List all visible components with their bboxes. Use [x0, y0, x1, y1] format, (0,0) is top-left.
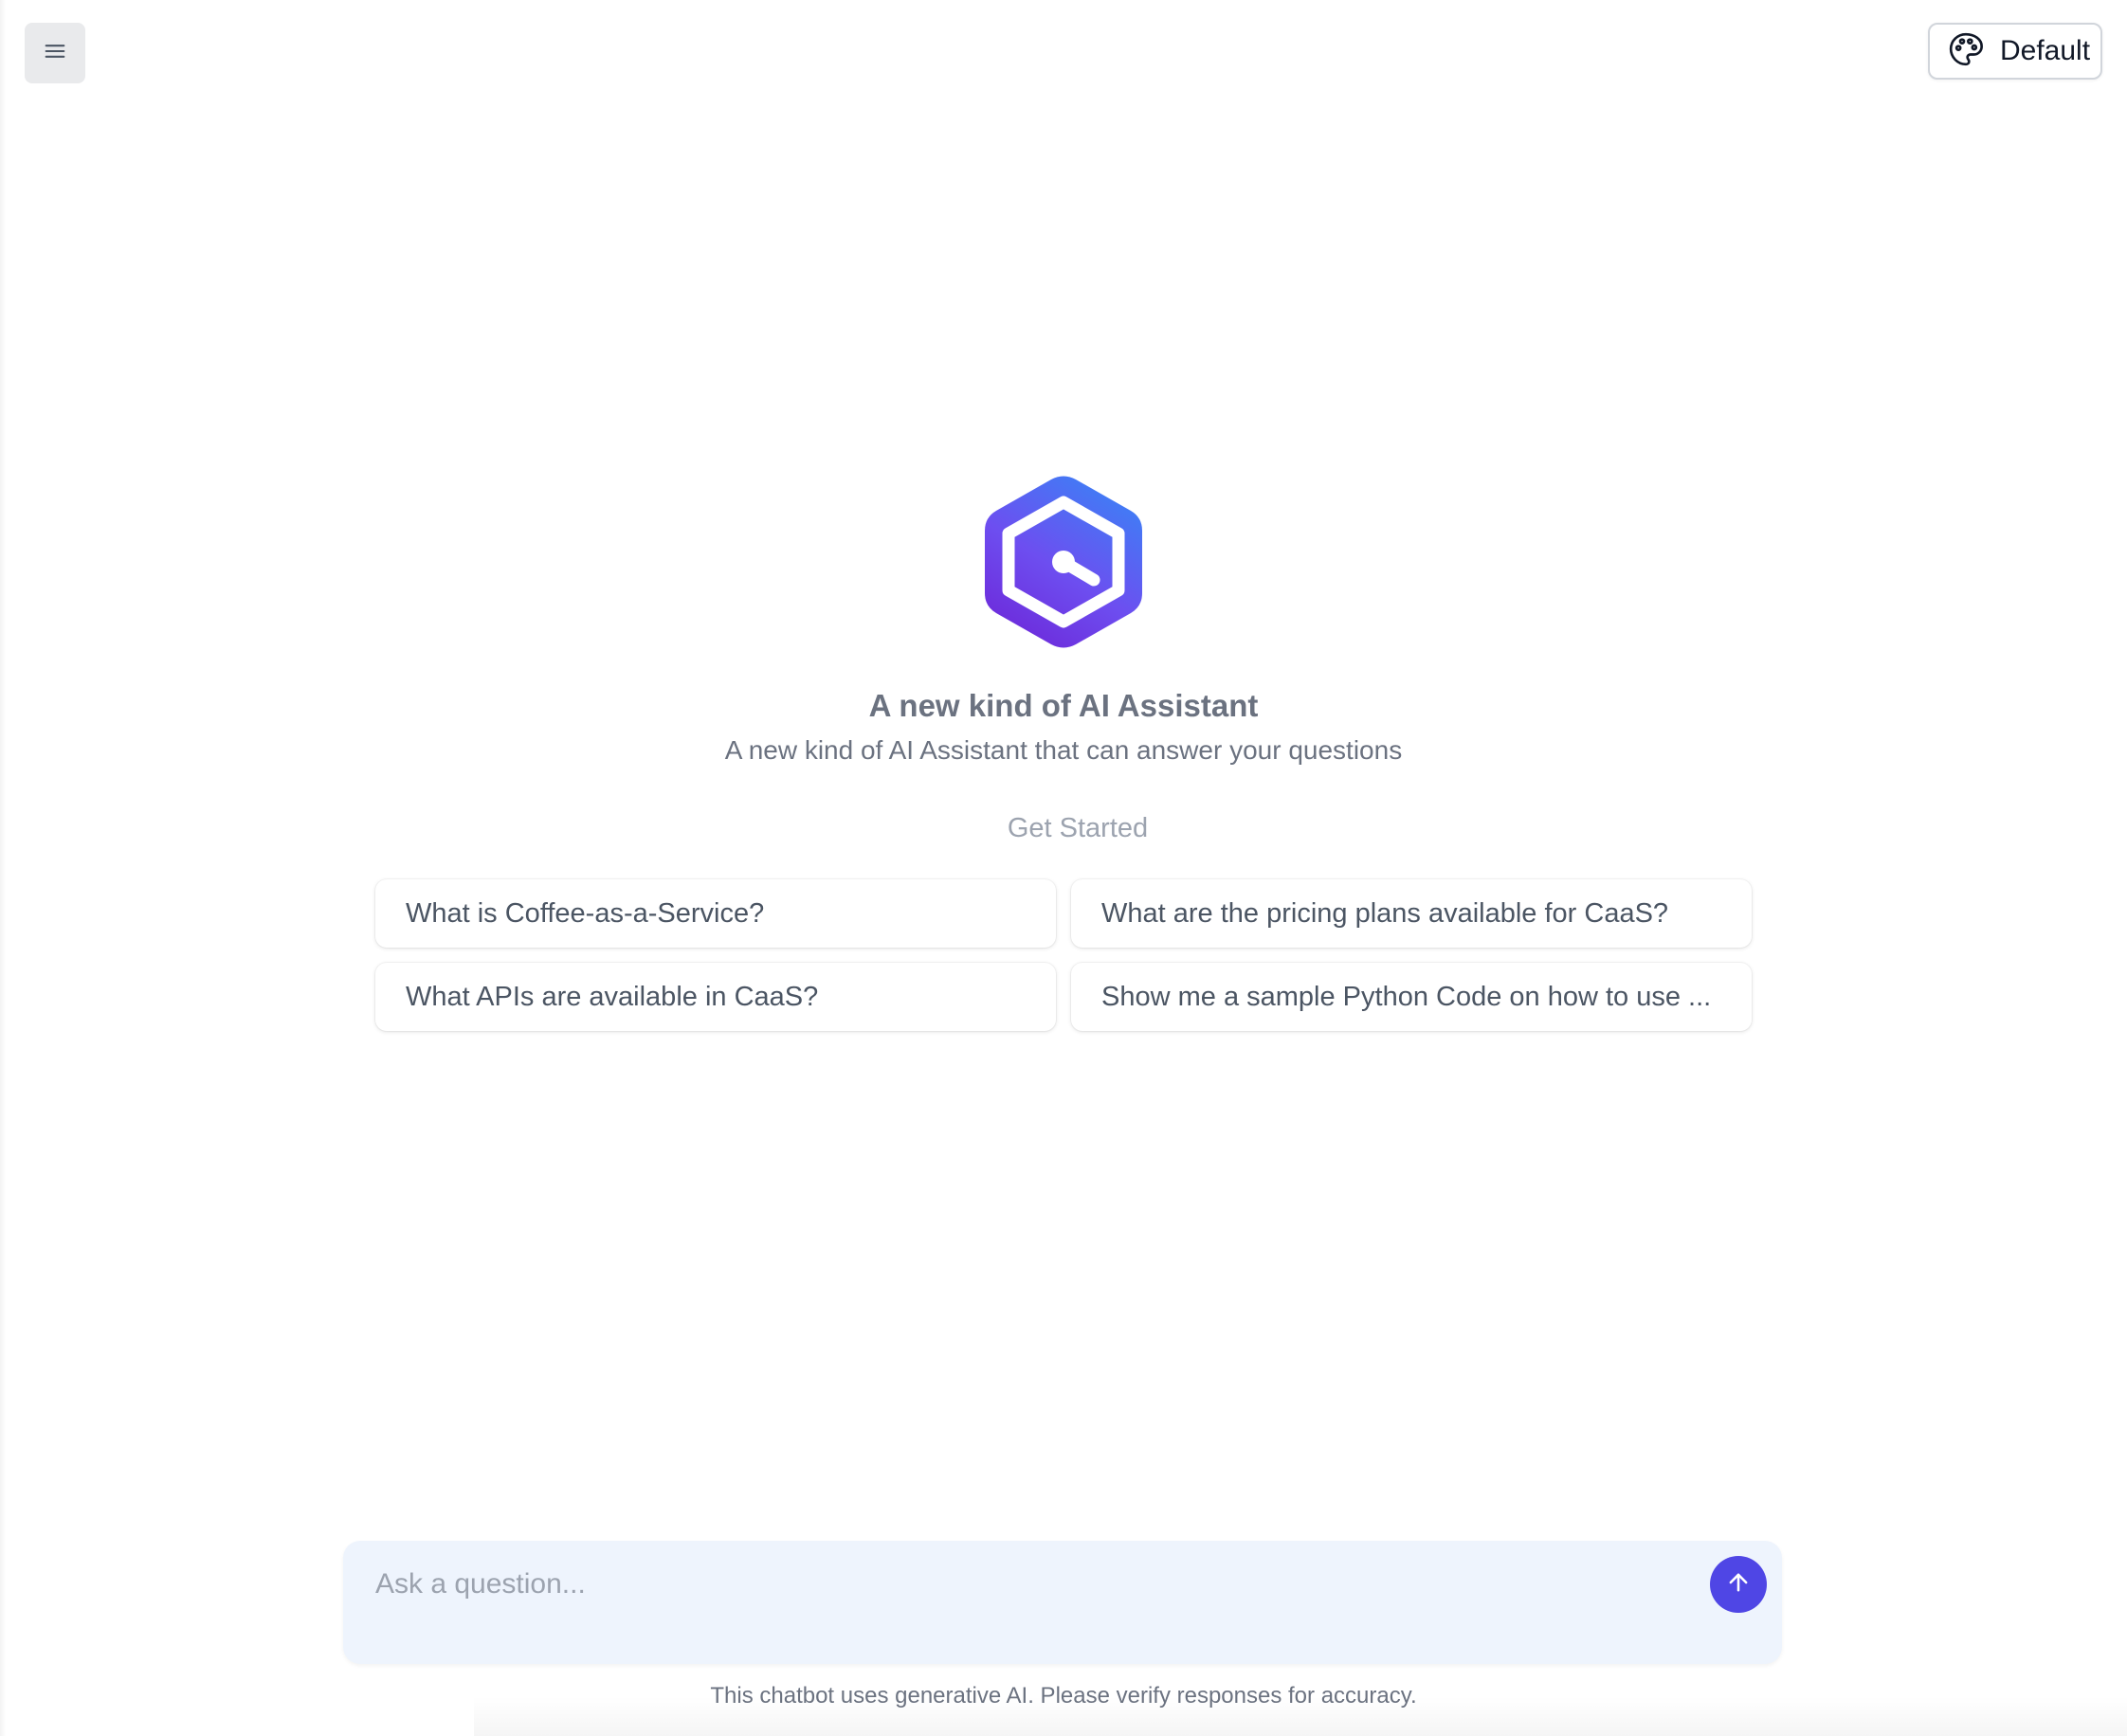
hero-subtitle: A new kind of AI Assistant that can answ… [724, 735, 1403, 765]
app-page: Default A new kind of AI Assistant A new… [0, 0, 2127, 1736]
hexagon-logo-icon [983, 474, 1144, 650]
send-button[interactable] [1710, 1556, 1767, 1613]
suggestion-card[interactable]: Show me a sample Python Code on how to u… [1071, 963, 1752, 1031]
suggestion-card[interactable]: What APIs are available in CaaS? [375, 963, 1056, 1031]
palette-icon [1947, 30, 1985, 73]
theme-selector-button[interactable]: Default [1928, 23, 2102, 80]
chat-input-container [343, 1541, 1782, 1664]
sidebar-edge-shadow [0, 0, 6, 1736]
get-started-label: Get Started [1007, 813, 1149, 843]
sidebar-toggle-button[interactable] [25, 23, 85, 83]
hamburger-menu-icon [42, 38, 68, 69]
arrow-up-icon [1725, 1569, 1752, 1600]
theme-selector-label: Default [2000, 35, 2091, 66]
suggestion-card[interactable]: What are the pricing plans available for… [1071, 879, 1752, 948]
bottom-fade [474, 1696, 2127, 1736]
welcome-hero: A new kind of AI Assistant A new kind of… [0, 474, 2127, 766]
question-input[interactable] [375, 1562, 1636, 1607]
suggestion-card[interactable]: What is Coffee-as-a-Service? [375, 879, 1056, 948]
suggestion-grid: What is Coffee-as-a-Service? What are th… [375, 879, 1752, 1031]
hero-title: A new kind of AI Assistant [868, 688, 1259, 723]
